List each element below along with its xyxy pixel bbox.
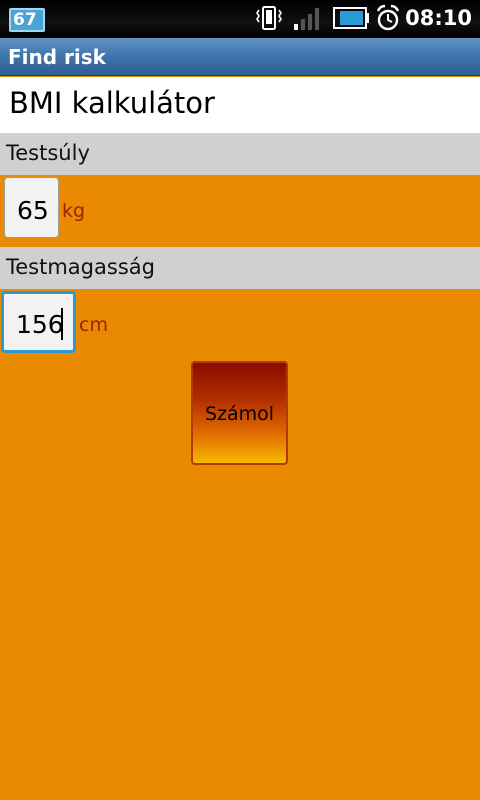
weight-label-row: Testsúly [0,133,480,175]
calculate-button-label: Számol [204,403,275,425]
notification-badge[interactable]: 67 [9,5,45,33]
height-value: 156 [16,310,64,339]
app-title-bar: Find risk [0,38,480,76]
weight-label: Testsúly [6,141,90,165]
clock: 08:10 [405,6,472,30]
signal-icon [294,8,319,30]
page-heading: BMI kalkulátor [0,77,480,133]
weight-input[interactable]: 65 [4,177,59,238]
height-unit: cm [79,314,108,336]
notification-count: 67 [13,10,37,30]
height-input[interactable]: 156 [1,291,76,353]
battery-icon [333,7,369,29]
alarm-icon [376,4,400,31]
app-title: Find risk [8,45,106,69]
weight-value: 65 [17,196,49,225]
weight-unit: kg [62,200,86,222]
text-caret [61,308,63,340]
calculate-button[interactable]: Számol [191,361,288,465]
height-label-row: Testmagasság [0,247,480,289]
vibrate-icon [256,6,282,30]
height-label: Testmagasság [6,255,155,279]
page-title: BMI kalkulátor [9,86,215,120]
status-bar: 67 08:10 [0,0,480,38]
